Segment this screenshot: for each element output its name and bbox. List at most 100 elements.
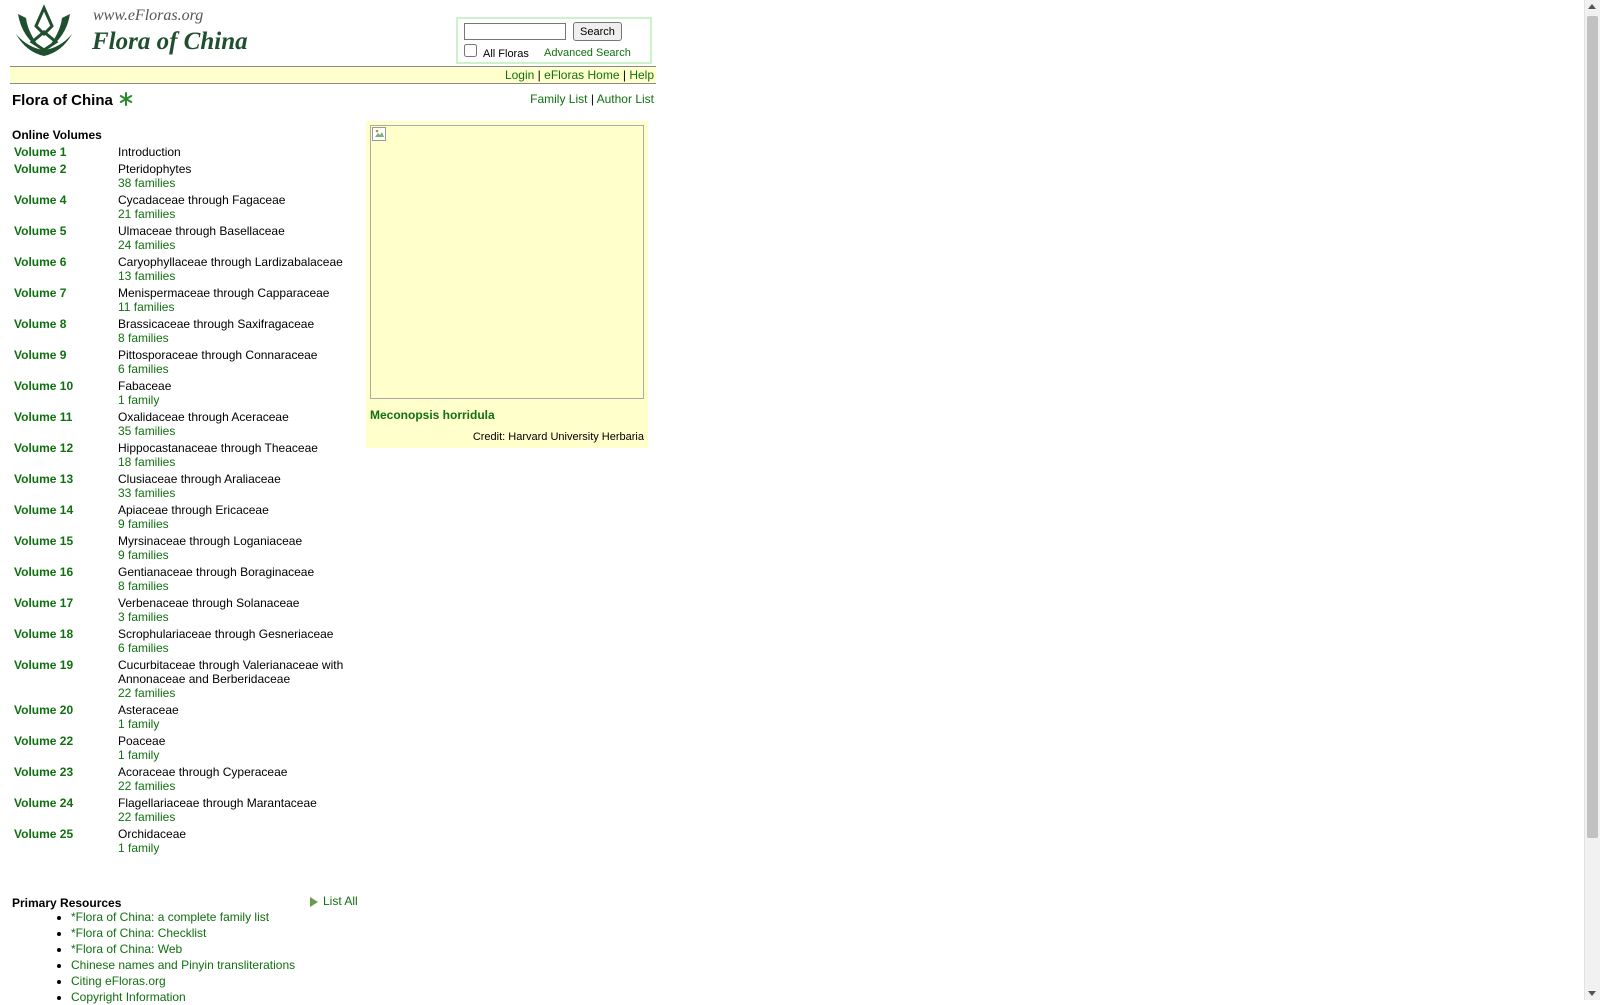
volume-info: Verbenaceae through Solanaceae 3 families [118,596,348,624]
resource-list: *Flora of China: a complete family list *… [10,909,295,1005]
resource-link[interactable]: *Flora of China: Web [71,942,182,956]
volume-families-link[interactable]: 8 families [118,579,348,593]
search-box: Search All Floras Advanced Search [456,17,652,64]
site-title[interactable]: Flora of China [92,28,248,56]
image-caption-link[interactable]: Meconopsis horridula [370,408,495,422]
volume-link[interactable]: Volume 4 [12,193,118,221]
volume-families-link[interactable]: 35 families [118,424,348,438]
scrollbar-thumb[interactable] [1587,16,1598,838]
resource-item: *Flora of China: Checklist [71,925,295,941]
volume-row: Volume 17 Verbenaceae through Solanaceae 3… [12,596,362,624]
scroll-up-arrow-icon[interactable] [1588,4,1596,9]
volume-link[interactable]: Volume 12 [12,441,118,469]
volume-description: Gentianaceae through Boraginaceae [118,565,315,579]
volume-row: Volume 18 Scrophulariaceae through Gesner… [12,627,362,655]
volume-link[interactable]: Volume 2 [12,162,118,190]
volume-families-link[interactable]: 9 families [118,548,348,562]
volume-row: Volume 11 Oxalidaceae through Aceraceae 35… [12,410,362,438]
resource-link[interactable]: Chinese names and Pinyin transliteration… [71,958,295,972]
volume-info: Apiaceae through Ericaceae 9 families [118,503,348,531]
all-floras-checkbox[interactable] [464,44,477,57]
volume-families-link[interactable]: 13 families [118,269,348,283]
volume-info: Oxalidaceae through Aceraceae 35 families [118,410,348,438]
volume-link[interactable]: Volume 6 [12,255,118,283]
volume-link[interactable]: Volume 25 [12,827,118,855]
volume-link[interactable]: Volume 11 [12,410,118,438]
volume-link[interactable]: Volume 24 [12,796,118,824]
volume-link[interactable]: Volume 15 [12,534,118,562]
primary-resources-heading: Primary Resources [12,896,122,910]
asterisk-icon [119,92,133,106]
volume-families-link[interactable]: 3 families [118,610,348,624]
separator: | [622,68,626,82]
volume-families-link[interactable]: 1 family [118,841,348,855]
volume-families-link[interactable]: 11 families [118,300,348,314]
featured-image[interactable] [370,125,644,399]
volume-row: Volume 22 Poaceae 1 family [12,734,362,762]
volume-families-link[interactable]: 21 families [118,207,348,221]
author-list-link[interactable]: Author List [597,92,654,106]
resource-link[interactable]: *Flora of China: Checklist [71,926,206,940]
volume-row: Volume 7 Menispermaceae through Capparace… [12,286,362,314]
volume-families-link[interactable]: 22 families [118,810,348,824]
family-list-link[interactable]: Family List [530,92,587,106]
volume-row: Volume 23 Acoraceae through Cyperaceae 22 … [12,765,362,793]
volume-families-link[interactable]: 1 family [118,393,348,407]
resource-link[interactable]: Copyright Information [71,990,186,1004]
volume-families-link[interactable]: 8 families [118,331,348,345]
volume-families-link[interactable]: 9 families [118,517,348,531]
volume-link[interactable]: Volume 20 [12,703,118,731]
volume-row: Volume 16 Gentianaceae through Boraginace… [12,565,362,593]
volume-families-link[interactable]: 38 families [118,176,348,190]
resource-item: Citing eFloras.org [71,973,295,989]
title-links: Family List | Author List [530,92,654,106]
volume-link[interactable]: Volume 18 [12,627,118,655]
volume-link[interactable]: Volume 16 [12,565,118,593]
scroll-down-arrow-icon[interactable] [1588,991,1596,996]
help-link[interactable]: Help [629,68,654,82]
volume-link[interactable]: Volume 10 [12,379,118,407]
vertical-scrollbar[interactable] [1584,0,1600,1000]
volume-link[interactable]: Volume 1 [12,145,118,159]
resource-link[interactable]: *Flora of China: a complete family list [71,910,269,924]
volume-families-link[interactable]: 18 families [118,455,348,469]
volume-info: Pittosporaceae through Connaraceae 6 fami… [118,348,348,376]
volume-families-link[interactable]: 6 families [118,362,348,376]
volume-link[interactable]: Volume 22 [12,734,118,762]
volume-info: Flagellariaceae through Marantaceae 22 fa… [118,796,348,824]
volume-link[interactable]: Volume 7 [12,286,118,314]
volume-info: Ulmaceae through Basellaceae 24 families [118,224,348,252]
volume-link[interactable]: Volume 19 [12,658,118,700]
volume-link[interactable]: Volume 23 [12,765,118,793]
volume-row: Volume 14 Apiaceae through Ericaceae 9 fam… [12,503,362,531]
list-all-link[interactable]: List All [310,894,358,908]
volume-link[interactable]: Volume 9 [12,348,118,376]
volume-link[interactable]: Volume 5 [12,224,118,252]
volume-families-link[interactable]: 22 families [118,779,348,793]
resource-link[interactable]: Citing eFloras.org [71,974,166,988]
volume-info: Cucurbitaceae through Valerianaceae with… [118,658,348,700]
volume-link[interactable]: Volume 14 [12,503,118,531]
lotus-logo-icon[interactable] [12,4,76,60]
volume-description: Flagellariaceae through Marantaceae [118,796,317,810]
volume-info: Caryophyllaceae through Lardizabalaceae 1… [118,255,348,283]
search-button[interactable]: Search [573,22,622,41]
volume-families-link[interactable]: 22 families [118,686,348,700]
volume-families-link[interactable]: 1 family [118,748,348,762]
volume-families-link[interactable]: 1 family [118,717,348,731]
volume-info: Brassicaceae through Saxifragaceae 8 fami… [118,317,348,345]
list-all-label: List All [323,894,358,908]
search-input[interactable] [464,23,566,40]
volume-families-link[interactable]: 24 families [118,238,348,252]
volume-link[interactable]: Volume 8 [12,317,118,345]
volume-link[interactable]: Volume 13 [12,472,118,500]
volume-families-link[interactable]: 6 families [118,641,348,655]
login-link[interactable]: Login [505,68,534,82]
volume-info: Cycadaceae through Fagaceae 21 families [118,193,348,221]
volume-families-link[interactable]: 33 families [118,486,348,500]
efloras-home-link[interactable]: eFloras Home [544,68,619,82]
volume-description: Poaceae [118,734,166,748]
advanced-search-link[interactable]: Advanced Search [544,47,631,59]
volume-link[interactable]: Volume 17 [12,596,118,624]
page-title: Flora of China [12,92,113,109]
